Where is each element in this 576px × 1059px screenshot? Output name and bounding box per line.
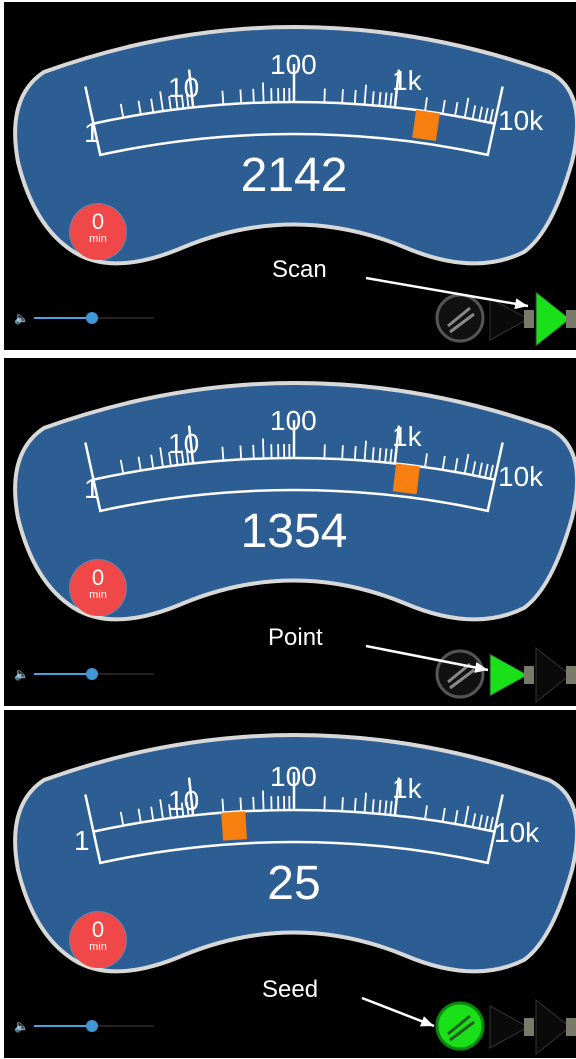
- point-mode-connector: [524, 310, 534, 328]
- timer-unit: min: [89, 589, 107, 601]
- minor-tick: [252, 444, 255, 459]
- minor-tick: [341, 89, 344, 104]
- point-mode-button[interactable]: [489, 653, 534, 697]
- scan-mode-button[interactable]: [535, 998, 576, 1056]
- seed-mode-button[interactable]: [435, 649, 485, 699]
- minor-tick: [262, 790, 265, 811]
- minor-tick: [221, 446, 225, 461]
- scale-label-10: 10: [168, 428, 200, 459]
- count-readout: 2142: [240, 149, 348, 202]
- timer-badge[interactable]: 0 min: [70, 204, 126, 260]
- scan-mode-connector: [566, 666, 576, 684]
- scale-label-1k: 1k: [392, 65, 422, 96]
- minor-tick: [239, 445, 243, 460]
- mode-caption: Point: [268, 624, 323, 651]
- annotation-arrowhead: [514, 298, 528, 310]
- scale-label-1k: 1k: [392, 773, 422, 804]
- speaker-icon: 🔈: [14, 1019, 29, 1033]
- scale-label-100: 100: [270, 49, 317, 80]
- minor-tick: [221, 90, 225, 105]
- point-mode-icon: [489, 653, 530, 697]
- timer-value: 0: [91, 917, 105, 942]
- timer-badge[interactable]: 0 min: [70, 912, 126, 968]
- seed-mode-button[interactable]: [435, 1001, 485, 1051]
- minor-tick: [353, 797, 357, 813]
- timer-value: 0: [91, 565, 105, 590]
- scan-mode-icon: [535, 290, 571, 348]
- minor-tick: [378, 91, 382, 106]
- scale-label-10: 10: [168, 72, 200, 103]
- volume-slider[interactable]: 🔈: [14, 308, 164, 328]
- volume-slider-knob[interactable]: [86, 1020, 98, 1032]
- volume-slider[interactable]: 🔈: [14, 664, 164, 684]
- mode-caption: Scan: [272, 256, 327, 283]
- scale-label-1: 1: [74, 825, 90, 856]
- mode-controls[interactable]: [435, 646, 576, 704]
- scale-label-10: 10: [168, 785, 200, 816]
- point-mode-button[interactable]: [489, 1005, 534, 1049]
- scan-mode-button[interactable]: [535, 290, 576, 348]
- mode-caption: Seed: [262, 976, 319, 1003]
- seed-mode-button[interactable]: [435, 293, 485, 343]
- point-mode-connector: [524, 1018, 534, 1036]
- timer-value: 0: [91, 209, 105, 234]
- scan-mode-connector: [566, 310, 576, 328]
- value-indicator: [412, 109, 440, 142]
- minor-tick: [378, 799, 382, 814]
- scan-mode-connector: [566, 1018, 576, 1036]
- scale-label-100: 100: [270, 761, 317, 792]
- timer-badge[interactable]: 0 min: [70, 560, 126, 616]
- minor-tick: [239, 797, 243, 812]
- scale-label-10k: 10k: [498, 105, 544, 136]
- minor-tick: [252, 796, 255, 811]
- scale-label-10k: 10k: [498, 461, 544, 492]
- count-readout: 25: [267, 857, 321, 910]
- minor-tick: [371, 799, 375, 814]
- scale-label-1: 1: [84, 117, 100, 148]
- volume-slider-knob[interactable]: [86, 312, 98, 324]
- minor-tick: [371, 91, 375, 106]
- volume-slider-knob[interactable]: [86, 668, 98, 680]
- annotation-arrowhead: [420, 1016, 434, 1027]
- timer-unit: min: [89, 233, 107, 245]
- value-indicator: [221, 811, 247, 841]
- scan-mode-icon: [535, 998, 571, 1056]
- volume-slider[interactable]: 🔈: [14, 1016, 164, 1036]
- scale-label-10k: 10k: [494, 817, 540, 848]
- scan-mode-button[interactable]: [535, 646, 576, 704]
- count-readout: 1354: [240, 505, 348, 558]
- point-mode-icon: [489, 1005, 530, 1049]
- mode-controls[interactable]: [435, 290, 576, 348]
- point-mode-connector: [524, 666, 534, 684]
- timer-unit: min: [89, 941, 107, 953]
- scale-label-1: 1: [84, 473, 100, 504]
- meter-panel-seed: 1 10 100 1k 10k 25 0 min Seed 🔈: [4, 710, 576, 1058]
- minor-tick: [353, 89, 357, 105]
- scale-label-1k: 1k: [392, 421, 422, 452]
- meter-panel-scan: 1 10 100 1k 10k 2142 0 min Scan 🔈: [4, 2, 576, 350]
- minor-tick: [221, 798, 225, 813]
- scale-label-100: 100: [270, 405, 317, 436]
- meter-panel-point: 1 10 100 1k 10k 1354 0 min Point 🔈: [4, 358, 576, 706]
- minor-tick: [252, 88, 255, 103]
- minor-tick: [353, 445, 357, 461]
- speaker-icon: 🔈: [14, 667, 29, 681]
- minor-tick: [262, 438, 265, 459]
- speaker-icon: 🔈: [14, 311, 29, 325]
- mode-controls[interactable]: [435, 998, 576, 1056]
- minor-tick: [341, 797, 344, 812]
- value-indicator: [392, 463, 420, 495]
- minor-tick: [378, 447, 382, 462]
- minor-tick: [239, 89, 243, 104]
- minor-tick: [341, 445, 344, 460]
- minor-tick: [262, 82, 265, 103]
- scan-mode-icon: [535, 646, 571, 704]
- minor-tick: [371, 447, 375, 462]
